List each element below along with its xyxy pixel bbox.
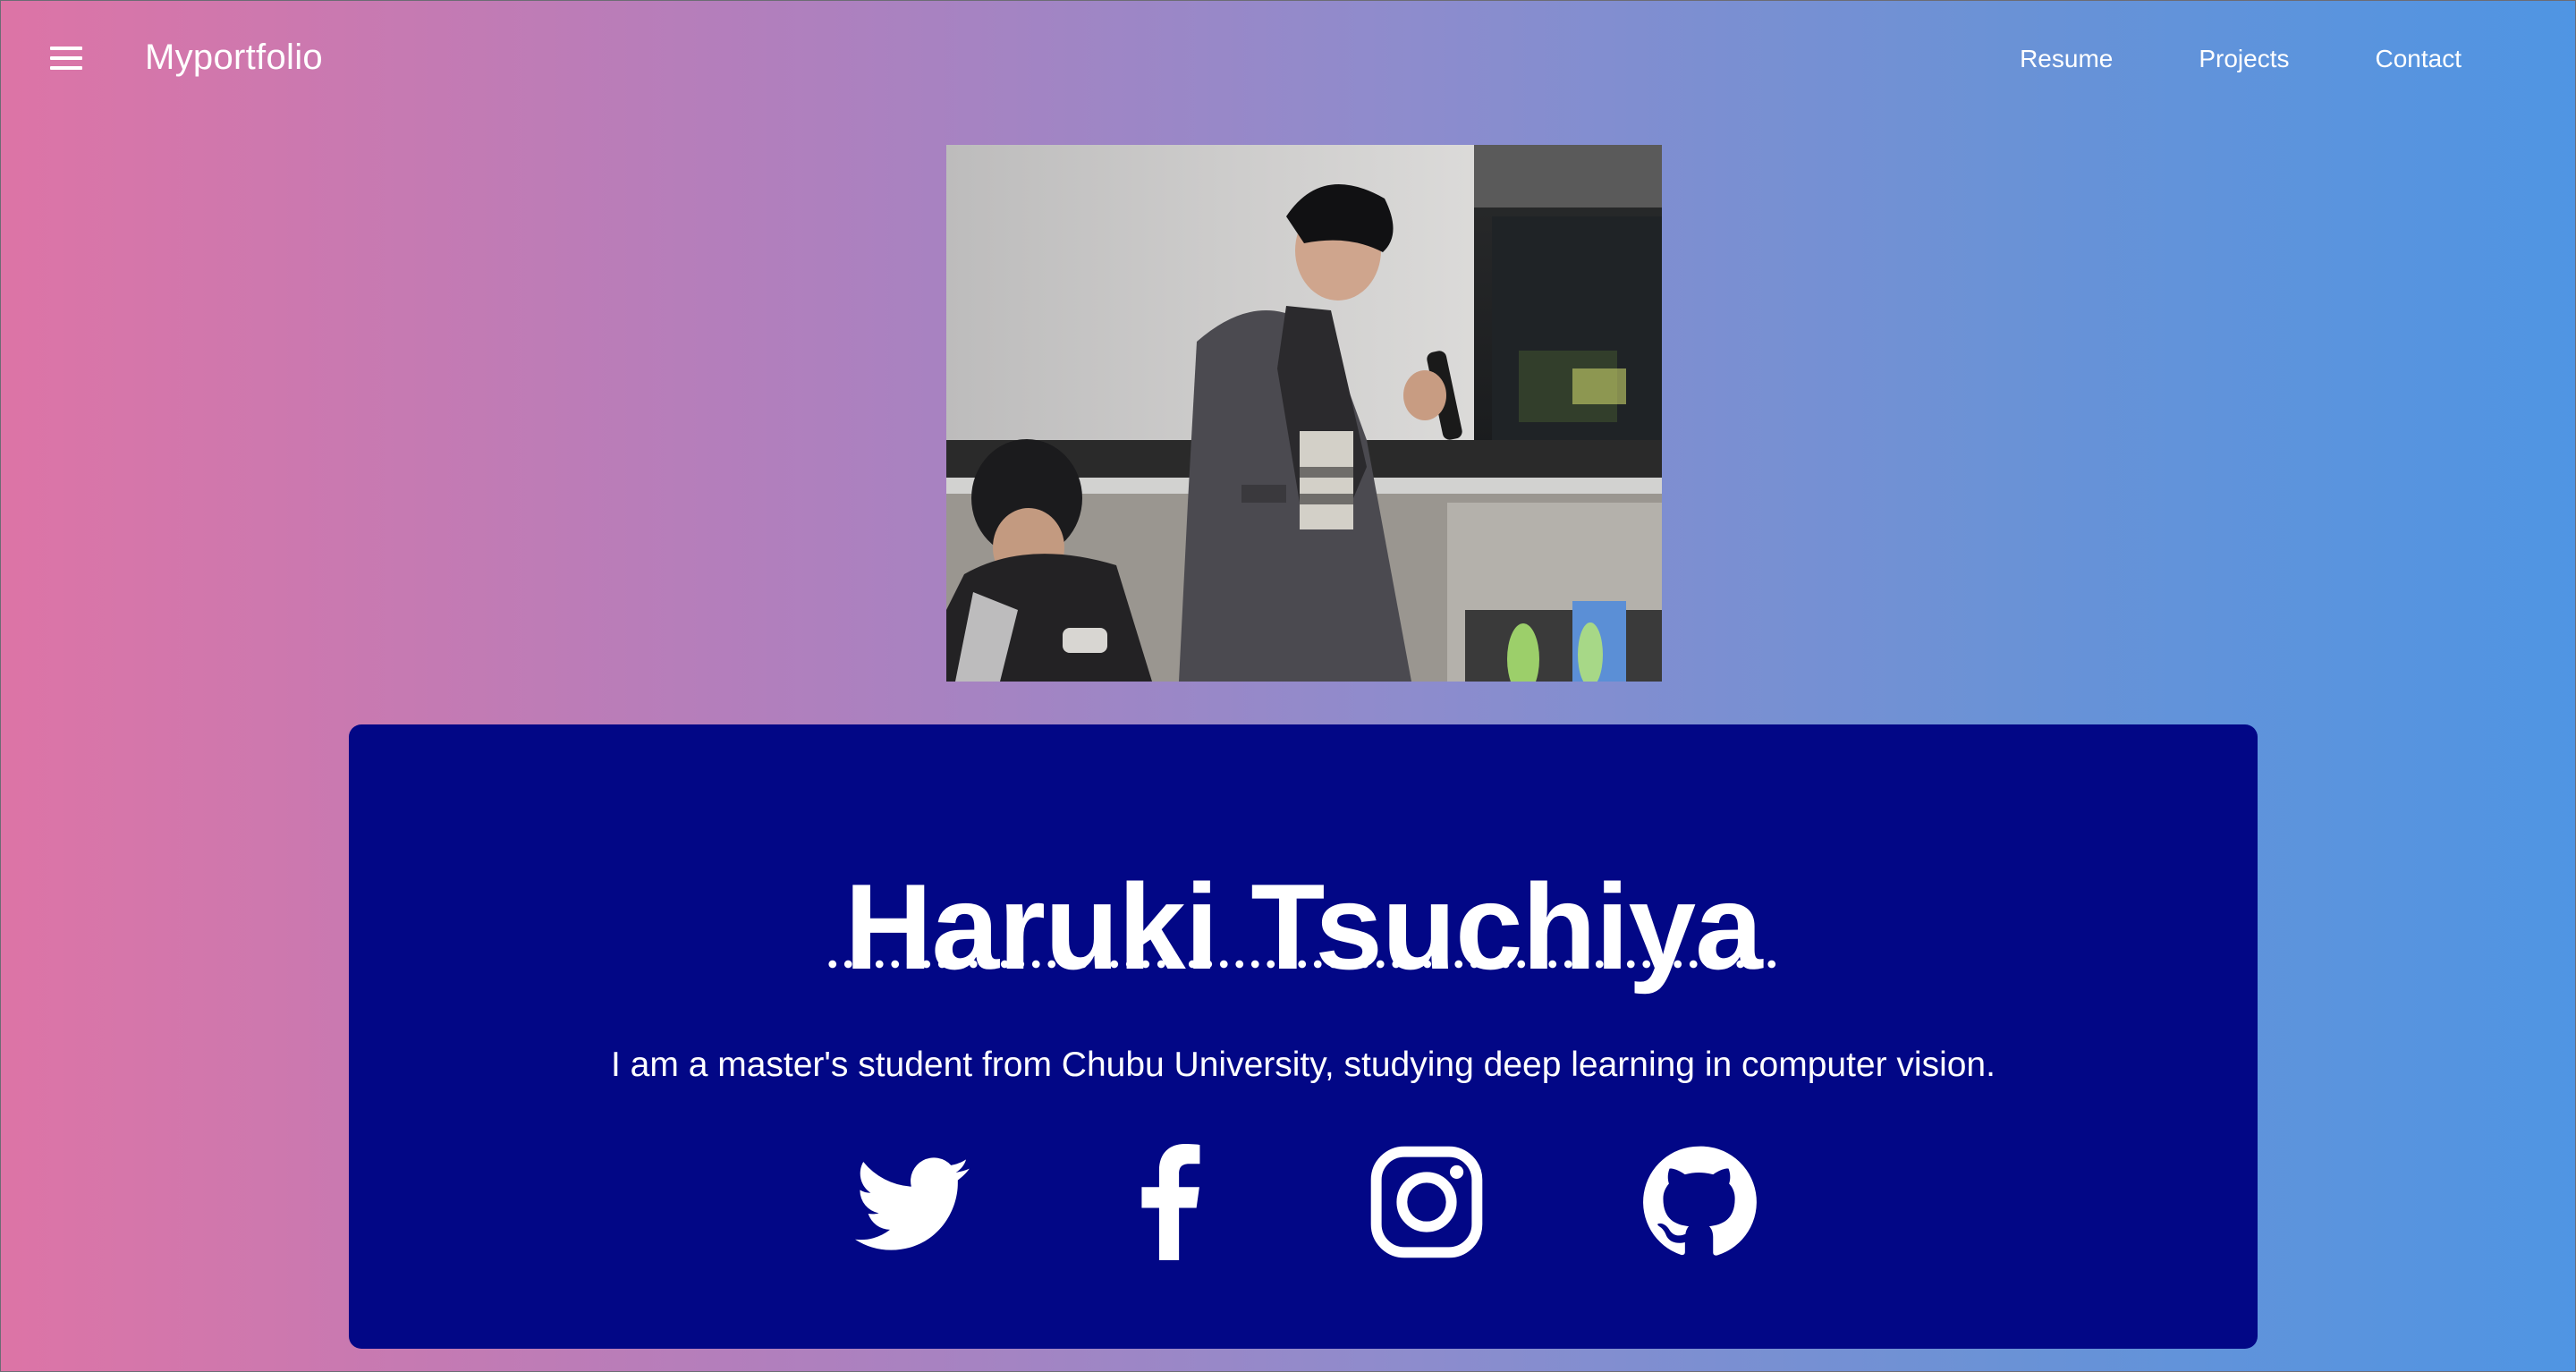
dotted-divider [825, 960, 1782, 969]
main-nav: Resume Projects Contact [1934, 39, 2462, 79]
intro-card: Haruki Tsuchiya I am a master's student … [349, 724, 2258, 1349]
nav-link-resume[interactable]: Resume [2020, 39, 2113, 79]
top-navigation-bar: Myportfolio Resume Projects Contact [0, 0, 2576, 118]
github-icon[interactable] [1640, 1139, 1757, 1265]
brand-title[interactable]: Myportfolio [145, 34, 323, 80]
nav-link-contact[interactable]: Contact [2376, 39, 2462, 79]
nav-link-projects[interactable]: Projects [2199, 39, 2289, 79]
twitter-icon[interactable] [855, 1139, 971, 1265]
profile-photo [946, 145, 1662, 682]
facebook-icon[interactable] [1114, 1139, 1230, 1265]
hamburger-menu-icon[interactable] [50, 45, 82, 72]
instagram-icon[interactable] [1368, 1139, 1485, 1265]
profile-name: Haruki Tsuchiya [844, 859, 1763, 995]
profile-tagline: I am a master's student from Chubu Unive… [611, 1046, 1996, 1084]
